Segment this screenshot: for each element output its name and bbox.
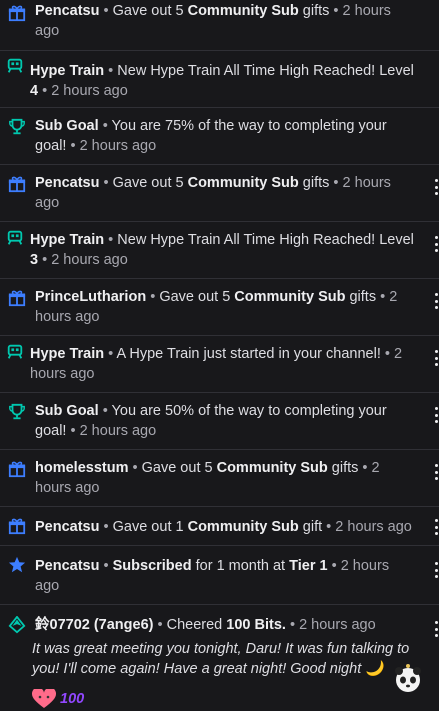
event-title: Hype Train <box>30 63 105 79</box>
username[interactable]: Pencatsu <box>35 558 99 574</box>
bits-amount: 100 <box>32 689 84 709</box>
username[interactable]: Pencatsu <box>35 175 99 191</box>
activity-item: Pencatsu • Gave out 1 Community Sub gift… <box>0 507 439 546</box>
activity-item: homelesstum • Gave out 5 Community Sub g… <box>0 450 439 507</box>
cheer-message: It was great meeting you tonight, Daru! … <box>32 641 410 677</box>
activity-item: PrinceLutharion • Gave out 5 Community S… <box>0 279 439 336</box>
activity-text: Pencatsu • Gave out 5 Community Sub gift… <box>35 3 391 39</box>
gift-icon <box>8 290 26 307</box>
activity-item: Pencatsu • Gave out 5 Community Sub gift… <box>0 0 439 51</box>
activity-item: Sub Goal • You are 75% of the way to com… <box>0 108 439 165</box>
activity-item: Pencatsu • Subscribed for 1 month at Tie… <box>0 546 439 605</box>
username[interactable]: 鈴07702 (7ange6) <box>35 617 153 633</box>
more-options-icon[interactable] <box>433 293 439 309</box>
activity-text: Hype Train • A Hype Train just started i… <box>30 346 403 382</box>
gift-icon <box>8 461 26 478</box>
activity-text: homelesstum • Gave out 5 Community Sub g… <box>35 460 380 496</box>
activity-feed: Pencatsu • Gave out 5 Community Sub gift… <box>0 0 439 711</box>
activity-text: Hype Train • New Hype Train All Time Hig… <box>30 63 414 99</box>
activity-item: Hype Train • A Hype Train just started i… <box>0 336 439 393</box>
bits-icon <box>8 616 26 634</box>
activity-item: Hype Train • New Hype Train All Time Hig… <box>0 51 439 108</box>
more-options-icon[interactable] <box>433 562 439 578</box>
activity-item: 鈴07702 (7ange6) • Cheered 100 Bits. • 2 … <box>0 605 439 711</box>
activity-text: Hype Train • New Hype Train All Time Hig… <box>30 232 414 268</box>
activity-text: PrinceLutharion • Gave out 5 Community S… <box>35 289 398 325</box>
gift-icon <box>8 518 26 535</box>
panda-emote-icon <box>395 664 421 692</box>
event-title: Hype Train <box>30 232 105 248</box>
more-options-icon[interactable] <box>433 621 439 637</box>
activity-item: Pencatsu • Gave out 5 Community Sub gift… <box>0 165 439 222</box>
username[interactable]: Pencatsu <box>35 519 99 535</box>
trophy-icon <box>9 403 25 420</box>
hype-train-icon <box>7 344 23 359</box>
cheer-heart-icon <box>32 689 56 708</box>
activity-text: Pencatsu • Subscribed for 1 month at Tie… <box>35 558 390 594</box>
event-title: Hype Train <box>30 346 105 362</box>
username[interactable]: Pencatsu <box>35 3 99 19</box>
hype-train-icon <box>7 230 23 245</box>
star-icon <box>8 556 26 573</box>
trophy-icon <box>9 118 25 135</box>
more-options-icon[interactable] <box>433 407 439 423</box>
more-options-icon[interactable] <box>433 179 439 195</box>
more-options-icon[interactable] <box>433 350 439 366</box>
event-title: Sub Goal <box>35 118 99 134</box>
activity-item: Hype Train • New Hype Train All Time Hig… <box>0 222 439 279</box>
gift-icon <box>8 176 26 193</box>
activity-text: Pencatsu • Gave out 1 Community Sub gift… <box>35 519 412 535</box>
more-options-icon[interactable] <box>433 236 439 252</box>
gift-icon <box>8 5 26 22</box>
username[interactable]: homelesstum <box>35 460 128 476</box>
more-options-icon[interactable] <box>433 519 439 535</box>
hype-train-icon <box>7 58 23 73</box>
event-title: Sub Goal <box>35 403 99 419</box>
activity-text: Pencatsu • Gave out 5 Community Sub gift… <box>35 175 391 211</box>
activity-text: Sub Goal • You are 50% of the way to com… <box>35 403 387 439</box>
activity-item: Sub Goal • You are 50% of the way to com… <box>0 393 439 450</box>
activity-text: Sub Goal • You are 75% of the way to com… <box>35 118 387 154</box>
username[interactable]: PrinceLutharion <box>35 289 146 305</box>
activity-text: 鈴07702 (7ange6) • Cheered 100 Bits. • 2 … <box>35 617 376 633</box>
more-options-icon[interactable] <box>433 464 439 480</box>
